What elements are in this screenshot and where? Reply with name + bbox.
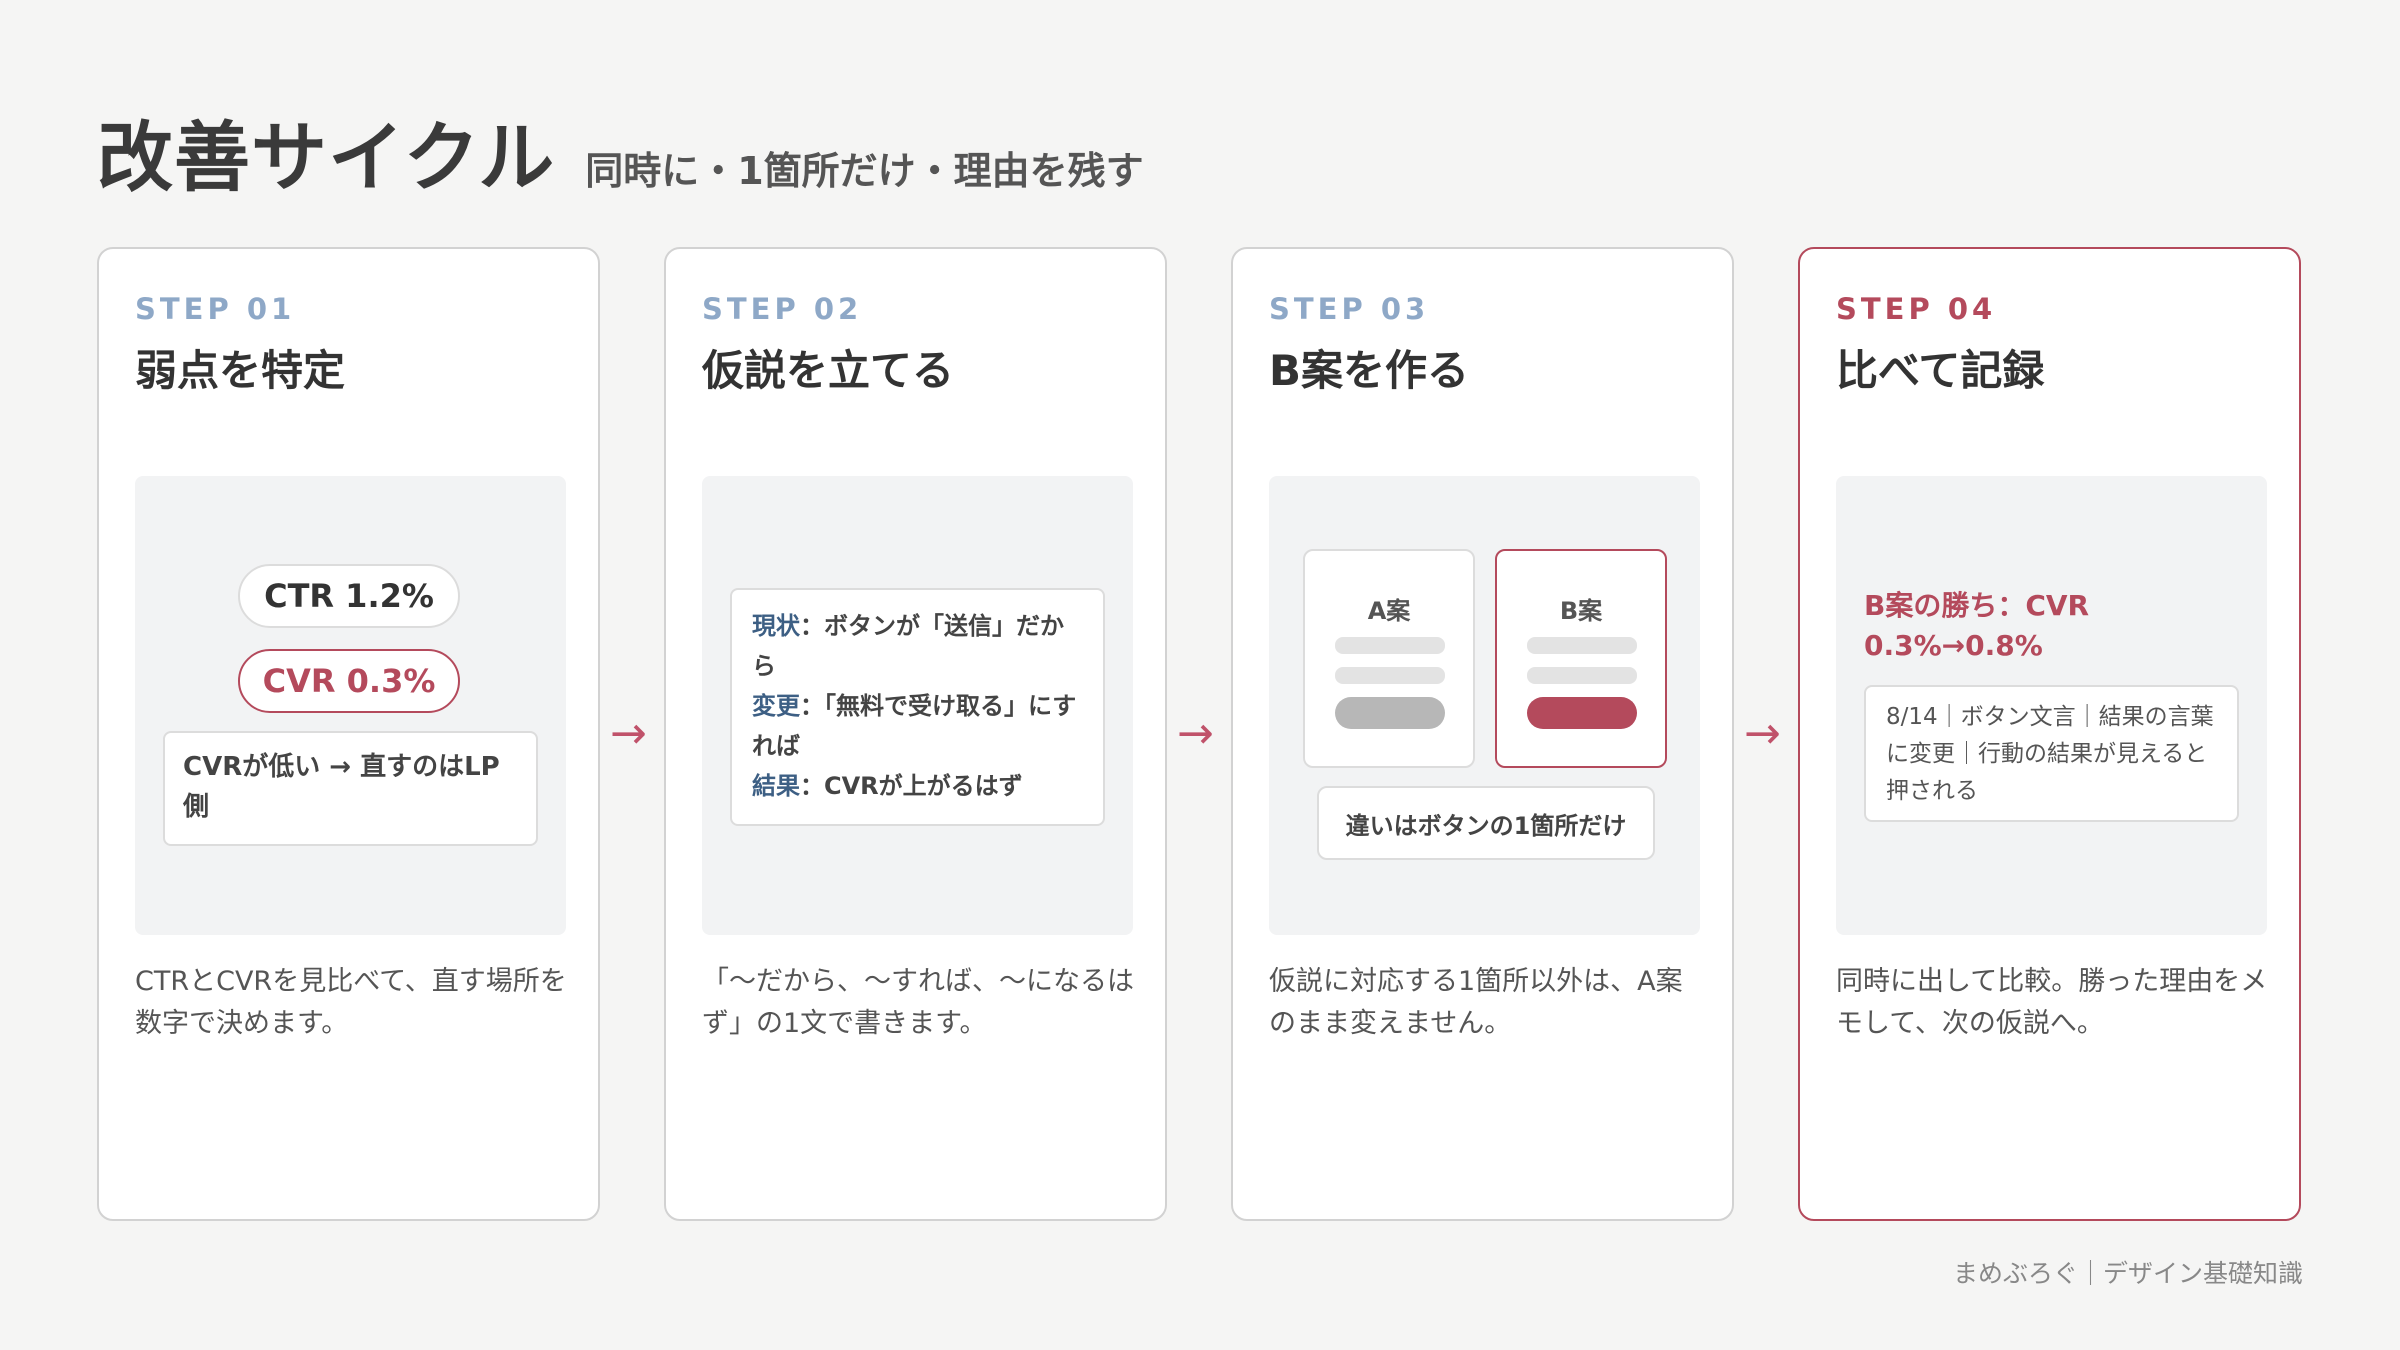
- step-label: STEP 04: [1836, 292, 1997, 326]
- text-line-placeholder: [1335, 637, 1445, 654]
- step-description: 同時に出して比較。勝った理由をメモして、次の仮説へ。: [1836, 966, 2268, 1039]
- step-title: B案を作る: [1269, 346, 1470, 395]
- diagnosis-note: CVRが低い → 直すのはLP側: [163, 731, 538, 846]
- step-card-1: STEP 01 弱点を特定 CTR 1.2% CVR 0.3% CVRが低い →…: [97, 247, 600, 1221]
- header: 改善サイクル 同時に・1箇所だけ・理由を残す: [97, 96, 1144, 206]
- arrow-icon: →: [1177, 708, 1214, 759]
- button-placeholder: [1527, 697, 1637, 729]
- arrow-icon: →: [1744, 708, 1781, 759]
- step-card-2: STEP 02 仮説を立てる 現状：ボタンが「送信」だから 変更：「無料で受け取…: [664, 247, 1167, 1221]
- step-label: STEP 02: [702, 292, 863, 326]
- variant-b-label: B案: [1559, 597, 1603, 625]
- footer-credit: まめぶろぐ｜デザイン基礎知識: [1952, 1259, 2303, 1288]
- variant-a-card: A案: [1303, 549, 1475, 768]
- result-value: ：CVRが上がるはず: [800, 772, 1023, 800]
- button-placeholder: [1335, 697, 1445, 729]
- illustration-panel: B案の勝ち：CVR 0.3%→0.8% 8/14｜ボタン文言｜結果の言葉に変更｜…: [1836, 476, 2267, 935]
- hypothesis-box: 現状：ボタンが「送信」だから 変更：「無料で受け取る」にすれば 結果：CVRが上…: [730, 588, 1105, 826]
- step-title: 比べて記録: [1836, 346, 2045, 395]
- variant-a-label: A案: [1367, 597, 1411, 625]
- variant-b-card: B案: [1495, 549, 1667, 768]
- illustration-panel: A案 B案 違いはボタンの1箇所だけ: [1269, 476, 1700, 935]
- step-title: 仮説を立てる: [702, 346, 955, 395]
- result-headline: B案の勝ち：CVR 0.3%→0.8%: [1864, 589, 2090, 662]
- step-description: 仮説に対応する1箇所以外は、A案のまま変えません。: [1269, 966, 1683, 1039]
- arrow-icon: →: [610, 708, 647, 759]
- current-key: 現状: [752, 612, 800, 640]
- step-label: STEP 03: [1269, 292, 1430, 326]
- change-value: ：「無料で受け取る」にすれば: [752, 692, 1077, 760]
- ctr-pill: CTR 1.2%: [238, 564, 460, 628]
- illustration-panel: 現状：ボタンが「送信」だから 変更：「無料で受け取る」にすれば 結果：CVRが上…: [702, 476, 1133, 935]
- illustration-panel: CTR 1.2% CVR 0.3% CVRが低い → 直すのはLP側: [135, 476, 566, 935]
- step-description: CTRとCVRを見比べて、直す場所を数字で決めます。: [135, 966, 567, 1039]
- text-line-placeholder: [1335, 667, 1445, 684]
- text-line-placeholder: [1527, 637, 1637, 654]
- record-memo: 8/14｜ボタン文言｜結果の言葉に変更｜行動の結果が見えると押される: [1864, 685, 2239, 822]
- difference-note: 違いはボタンの1箇所だけ: [1317, 786, 1655, 860]
- text-line-placeholder: [1527, 667, 1637, 684]
- page-title: 改善サイクル: [97, 113, 556, 202]
- step-card-3: STEP 03 B案を作る A案 B案 違いはボタンの1箇所だけ 仮説に対応する…: [1231, 247, 1734, 1221]
- step-title: 弱点を特定: [135, 346, 346, 395]
- result-key: 結果: [752, 772, 800, 800]
- step-card-4: STEP 04 比べて記録 B案の勝ち：CVR 0.3%→0.8% 8/14｜ボ…: [1798, 247, 2301, 1221]
- change-key: 変更: [752, 692, 800, 720]
- step-label: STEP 01: [135, 292, 296, 326]
- page-subtitle: 同時に・1箇所だけ・理由を残す: [585, 149, 1144, 193]
- step-description: 「〜だから、〜すれば、〜になるはず」の1文で書きます。: [702, 966, 1134, 1039]
- cvr-pill: CVR 0.3%: [238, 649, 460, 713]
